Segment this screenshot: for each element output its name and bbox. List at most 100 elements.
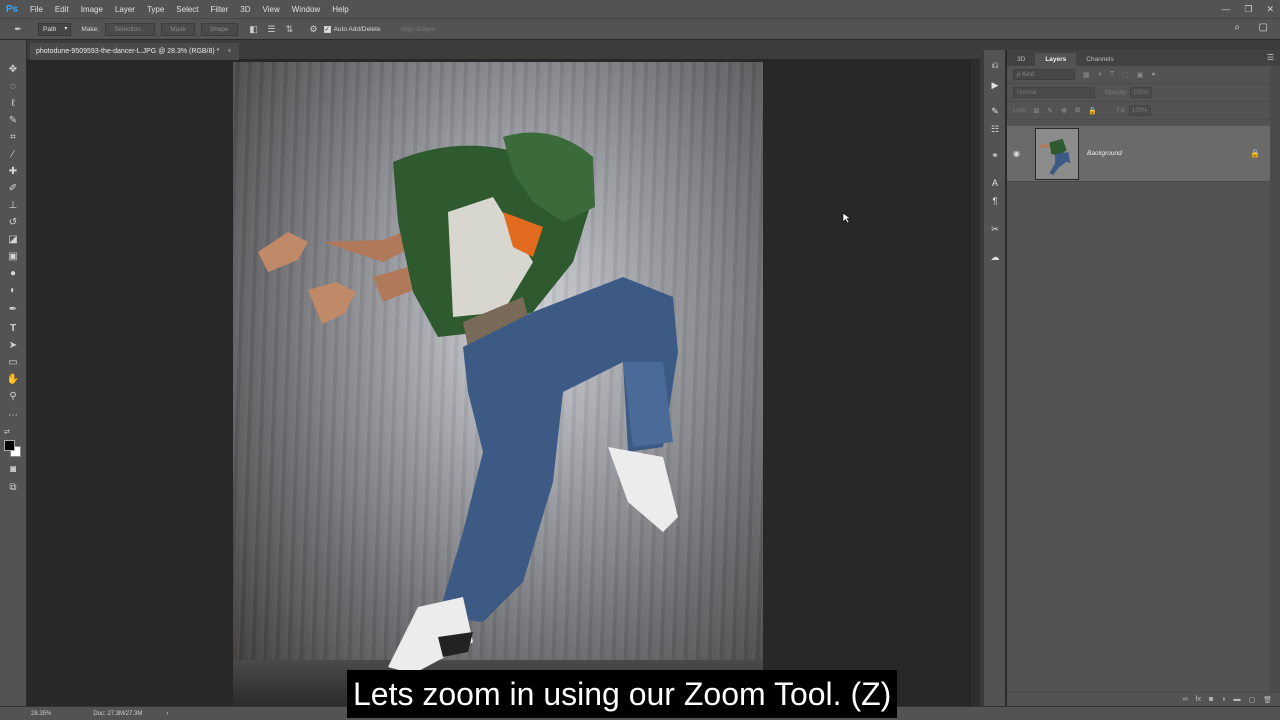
adjustment-filter-icon[interactable]: ◑ bbox=[1098, 71, 1102, 78]
paragraph-panel-icon[interactable]: ¶ bbox=[988, 194, 1002, 208]
eye-icon[interactable]: ◉ bbox=[1013, 149, 1029, 158]
eyedropper-tool-icon[interactable]: ⁄ bbox=[4, 147, 22, 162]
type-filter-icon[interactable]: T bbox=[1110, 71, 1114, 78]
rectangle-tool-icon[interactable]: ▭ bbox=[4, 355, 22, 370]
lock-pixels-icon[interactable]: ✎ bbox=[1047, 107, 1053, 115]
menu-window[interactable]: Window bbox=[286, 5, 326, 14]
lock-transparent-icon[interactable]: ⊠ bbox=[1033, 107, 1039, 115]
character-panel-icon[interactable]: A bbox=[988, 176, 1002, 190]
new-layer-icon[interactable]: ▢ bbox=[1248, 696, 1255, 704]
layer-row-background[interactable]: ◉ Background 🔒 bbox=[1007, 126, 1270, 182]
panel-menu-icon[interactable]: ☰ bbox=[1267, 53, 1274, 62]
smart-object-filter-icon[interactable]: ▣ bbox=[1137, 71, 1144, 79]
swap-colors-icon[interactable]: ⇄ bbox=[4, 424, 22, 439]
gear-icon[interactable]: ⚙ bbox=[308, 23, 320, 35]
new-group-icon[interactable]: ▬ bbox=[1233, 696, 1240, 703]
brush-settings-icon[interactable]: ✎ bbox=[988, 104, 1002, 118]
history-brush-tool-icon[interactable]: ↺ bbox=[4, 215, 22, 230]
pen-tool-icon[interactable]: ✒ bbox=[4, 302, 22, 317]
status-menu-icon[interactable]: › bbox=[166, 711, 168, 717]
workspace-icon[interactable]: ▢ bbox=[1259, 22, 1268, 33]
marquee-tool-icon[interactable]: ◌ bbox=[4, 79, 22, 94]
menu-file[interactable]: File bbox=[24, 5, 49, 14]
zoom-tool-icon[interactable]: ⚲ bbox=[4, 389, 22, 404]
blend-mode-select[interactable]: Normal bbox=[1013, 87, 1095, 98]
document-tab[interactable]: photodune-9509593-the-dancer-L.JPG @ 28.… bbox=[30, 43, 240, 60]
path-operations-icon[interactable]: ◧ bbox=[248, 23, 260, 35]
video-subtitle: Lets zoom in using our Zoom Tool. (Z) bbox=[347, 670, 898, 718]
menu-3d[interactable]: 3D bbox=[234, 5, 256, 14]
crop-tool-icon[interactable]: ⌗ bbox=[4, 130, 22, 145]
path-alignment-icon[interactable]: ☰ bbox=[266, 23, 278, 35]
menu-edit[interactable]: Edit bbox=[49, 5, 75, 14]
make-mask-button[interactable]: Mask bbox=[161, 22, 195, 36]
auto-add-delete-checkbox[interactable]: ✓ bbox=[323, 25, 331, 33]
healing-brush-tool-icon[interactable]: ✚ bbox=[4, 164, 22, 179]
quick-mask-icon[interactable]: ◙ bbox=[4, 462, 22, 477]
blur-tool-icon[interactable]: ● bbox=[4, 266, 22, 281]
dodge-tool-icon[interactable]: ◐ bbox=[4, 283, 22, 298]
hand-tool-icon[interactable]: ✋ bbox=[4, 372, 22, 387]
new-adjustment-icon[interactable]: ◑ bbox=[1221, 696, 1225, 703]
menu-select[interactable]: Select bbox=[170, 5, 204, 14]
path-arrangement-icon[interactable]: ⇅ bbox=[284, 23, 296, 35]
pen-icon[interactable]: ✒ bbox=[12, 23, 24, 35]
link-layers-icon[interactable]: ∞ bbox=[1183, 696, 1188, 703]
canvas-image[interactable] bbox=[233, 62, 763, 706]
opacity-field[interactable]: 100% bbox=[1130, 87, 1153, 98]
layer-filter-select[interactable]: ρ Kind bbox=[1013, 69, 1075, 80]
restore-button[interactable]: ❐ bbox=[1244, 4, 1252, 15]
pen-mode-select[interactable]: Path bbox=[38, 22, 72, 36]
adjustments-icon[interactable]: ☷ bbox=[988, 122, 1002, 136]
close-tab-icon[interactable]: × bbox=[227, 48, 231, 55]
actions-panel-icon[interactable]: ▶ bbox=[988, 78, 1002, 92]
path-selection-tool-icon[interactable]: ➤ bbox=[4, 338, 22, 353]
menu-image[interactable]: Image bbox=[75, 5, 109, 14]
delete-layer-icon[interactable]: 🗑 bbox=[1263, 696, 1272, 704]
tab-channels[interactable]: Channels bbox=[1076, 53, 1123, 66]
menu-type[interactable]: Type bbox=[141, 5, 170, 14]
lock-position-icon[interactable]: ✥ bbox=[1061, 107, 1067, 115]
shape-filter-icon[interactable]: ⬚ bbox=[1122, 71, 1129, 79]
libraries-icon[interactable]: ☁ bbox=[988, 250, 1002, 264]
more-tools-icon[interactable]: ⋯ bbox=[4, 408, 22, 423]
screen-mode-icon[interactable]: ⧉ bbox=[4, 480, 22, 495]
lock-all-icon[interactable]: 🔒 bbox=[1088, 107, 1097, 115]
layer-name[interactable]: Background bbox=[1087, 150, 1122, 157]
make-selection-button[interactable]: Selection... bbox=[105, 22, 156, 36]
eraser-tool-icon[interactable]: ◪ bbox=[4, 232, 22, 247]
menu-layer[interactable]: Layer bbox=[109, 5, 141, 14]
minimize-button[interactable]: — bbox=[1221, 4, 1230, 14]
clone-stamp-tool-icon[interactable]: ⊥ bbox=[4, 198, 22, 213]
lasso-tool-icon[interactable]: ℓ bbox=[4, 96, 22, 111]
align-edges-option[interactable]: Align Edges bbox=[401, 26, 436, 33]
tab-3d[interactable]: 3D bbox=[1007, 53, 1035, 66]
move-tool-icon[interactable]: ✥ bbox=[4, 62, 22, 77]
search-icon[interactable]: ⌕ bbox=[1234, 22, 1240, 33]
layer-style-icon[interactable]: fx bbox=[1196, 696, 1201, 703]
lock-artboard-icon[interactable]: ⧉ bbox=[1075, 107, 1080, 115]
add-mask-icon[interactable]: ◙ bbox=[1209, 696, 1213, 703]
fill-field[interactable]: 100% bbox=[1129, 105, 1152, 116]
tab-layers[interactable]: Layers bbox=[1035, 53, 1077, 66]
history-panel-icon[interactable]: ⎌ bbox=[988, 58, 1002, 72]
pixel-filter-icon[interactable]: ▦ bbox=[1083, 71, 1090, 79]
type-tool-icon[interactable]: T bbox=[4, 321, 22, 336]
make-shape-button[interactable]: Shape bbox=[200, 22, 238, 36]
zoom-level[interactable]: 28.35% bbox=[31, 711, 51, 717]
filter-toggle-icon[interactable]: ● bbox=[1151, 71, 1155, 78]
quick-select-tool-icon[interactable]: ✎ bbox=[4, 113, 22, 128]
canvas-vertical-scrollbar[interactable] bbox=[970, 60, 980, 706]
menu-help[interactable]: Help bbox=[326, 5, 354, 14]
layers-scrollbar[interactable] bbox=[1270, 66, 1280, 692]
foreground-color-swatch[interactable] bbox=[4, 440, 15, 451]
tool-presets-icon[interactable]: ✂ bbox=[988, 222, 1002, 236]
gradient-tool-icon[interactable]: ▣ bbox=[4, 249, 22, 264]
photoshop-logo: Ps bbox=[5, 3, 19, 15]
brush-tool-icon[interactable]: ✐ bbox=[4, 181, 22, 196]
menu-filter[interactable]: Filter bbox=[205, 5, 235, 14]
properties-panel-icon[interactable]: ⚭ bbox=[988, 148, 1002, 162]
menu-view[interactable]: View bbox=[257, 5, 286, 14]
auto-add-delete-toggle[interactable]: ✓ Auto Add/Delete bbox=[323, 25, 381, 33]
close-window-button[interactable]: ✕ bbox=[1266, 4, 1274, 15]
